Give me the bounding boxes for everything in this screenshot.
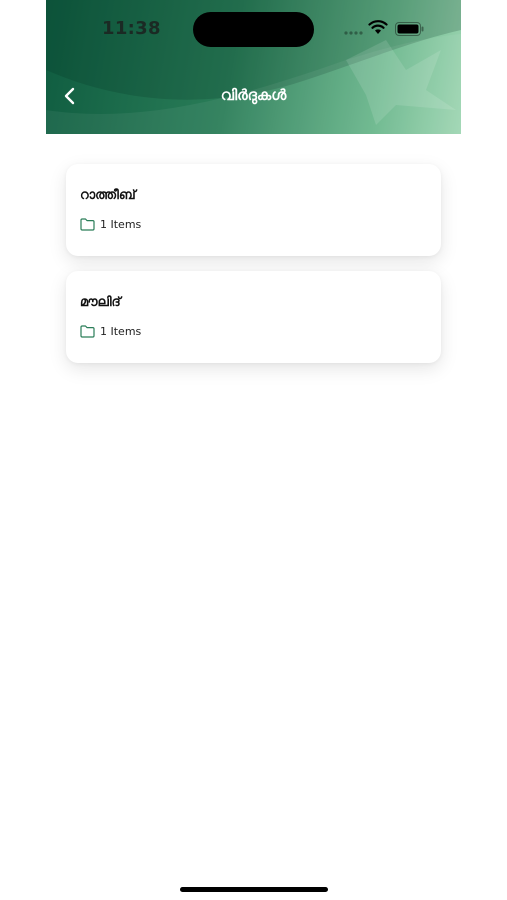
folder-icon — [80, 217, 95, 231]
status-time: 11:38 — [102, 18, 161, 39]
home-indicator[interactable] — [180, 887, 328, 892]
list-item[interactable]: മൗലിദ് 1 Items — [66, 271, 441, 363]
list-item-count: 1 Items — [100, 217, 142, 231]
list-item-title: റാത്തീബ് — [80, 188, 136, 203]
signal-icon — [344, 31, 363, 35]
app-header: 11:38 വിർദുകൾ — [46, 0, 461, 134]
app-screen: 11:38 വിർദുകൾ റാത്തീബ് 1 Items മൗലിദ് 1 … — [46, 0, 461, 900]
wifi-icon — [368, 20, 388, 34]
list-item-meta: 1 Items — [80, 323, 141, 339]
page-title: വിർദുകൾ — [220, 86, 287, 104]
list-item[interactable]: റാത്തീബ് 1 Items — [66, 164, 441, 256]
dynamic-island — [193, 12, 314, 47]
battery-icon — [395, 22, 424, 36]
list-item-meta: 1 Items — [80, 216, 141, 232]
list-item-title: മൗലിദ് — [80, 295, 121, 310]
list-item-count: 1 Items — [100, 324, 142, 338]
folder-icon — [80, 324, 95, 338]
